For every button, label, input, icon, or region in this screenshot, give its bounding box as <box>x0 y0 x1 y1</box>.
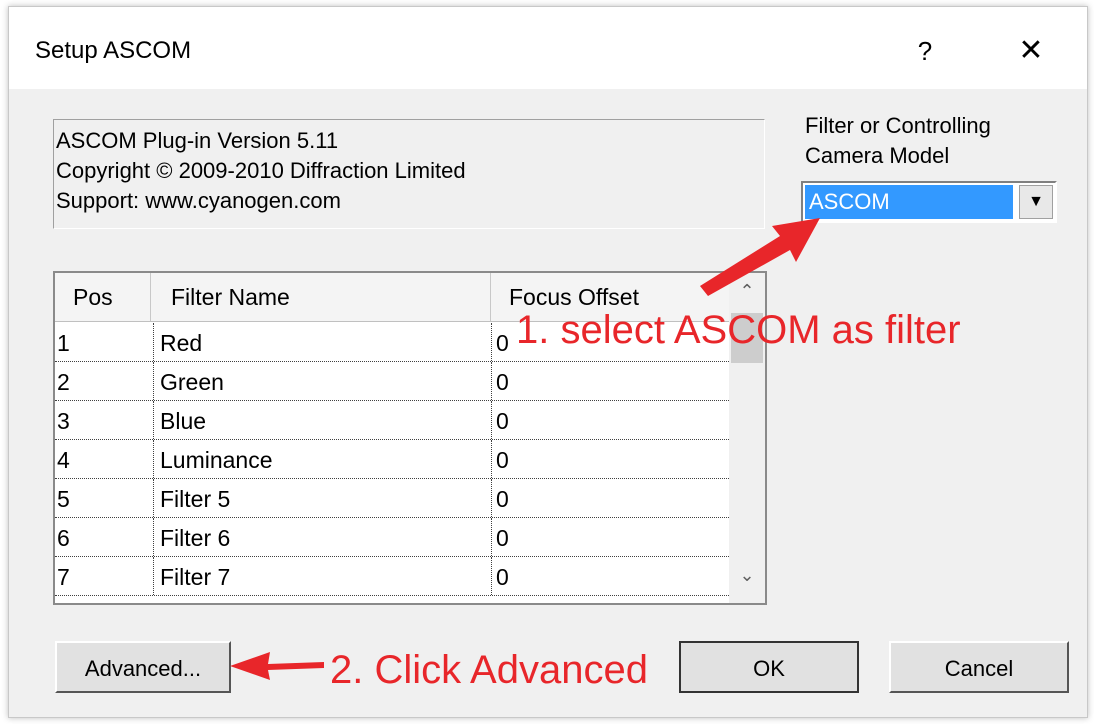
scroll-up-icon[interactable]: ⌃ <box>729 281 765 311</box>
annotation-step-1: 1. select ASCOM as filter <box>516 308 961 352</box>
title-bar: Setup ASCOM ? ✕ <box>9 7 1087 89</box>
dropdown-arrow-icon[interactable]: ▼ <box>1019 185 1053 219</box>
cell-focus-offset[interactable]: 0 <box>491 557 731 595</box>
table-row[interactable]: 6 Filter 6 0 <box>55 518 731 557</box>
cell-pos: 2 <box>57 369 70 395</box>
camera-model-select[interactable]: ASCOM ▼ <box>801 181 1057 223</box>
plugin-info-panel: ASCOM Plug-in Version 5.11 Copyright © 2… <box>53 119 765 229</box>
cell-filter-name[interactable]: Red <box>153 323 491 361</box>
cell-focus-offset[interactable]: 0 <box>491 518 731 556</box>
cell-filter-name[interactable]: Luminance <box>153 440 491 478</box>
cell-focus-offset[interactable]: 0 <box>491 440 731 478</box>
cell-pos: 6 <box>57 525 70 551</box>
window-title: Setup ASCOM <box>35 37 192 64</box>
cell-focus-offset[interactable]: 0 <box>491 401 731 439</box>
close-icon[interactable]: ✕ <box>1009 31 1053 71</box>
cell-filter-name[interactable]: Blue <box>153 401 491 439</box>
help-icon[interactable]: ? <box>905 31 945 71</box>
support-text: Support: www.cyanogen.com <box>56 188 341 213</box>
annotation-step-2: 2. Click Advanced <box>330 648 648 692</box>
cell-pos: 7 <box>57 564 70 590</box>
setup-ascom-dialog: Setup ASCOM ? ✕ ASCOM Plug-in Version 5.… <box>8 6 1088 718</box>
camera-model-label: Filter or Controlling Camera Model <box>805 113 991 168</box>
advanced-button[interactable]: Advanced... <box>55 641 231 693</box>
column-header-filter-name[interactable]: Filter Name <box>151 273 491 321</box>
column-header-pos[interactable]: Pos <box>55 273 151 321</box>
cell-filter-name[interactable]: Filter 7 <box>153 557 491 595</box>
table-row[interactable]: 5 Filter 5 0 <box>55 479 731 518</box>
table-row[interactable]: 4 Luminance 0 <box>55 440 731 479</box>
cancel-button[interactable]: Cancel <box>889 641 1069 693</box>
cell-filter-name[interactable]: Green <box>153 362 491 400</box>
cell-pos: 3 <box>57 408 70 434</box>
cell-pos: 1 <box>57 330 70 356</box>
camera-model-selected-value: ASCOM <box>805 185 1013 219</box>
table-row[interactable]: 7 Filter 7 0 <box>55 557 731 596</box>
version-text: ASCOM Plug-in Version 5.11 <box>56 128 339 153</box>
ok-button[interactable]: OK <box>679 641 859 693</box>
scroll-down-icon[interactable]: ⌄ <box>729 565 765 595</box>
cell-focus-offset[interactable]: 0 <box>491 362 731 400</box>
copyright-text: Copyright © 2009-2010 Diffraction Limite… <box>56 158 466 183</box>
cell-filter-name[interactable]: Filter 6 <box>153 518 491 556</box>
cell-filter-name[interactable]: Filter 5 <box>153 479 491 517</box>
cell-focus-offset[interactable]: 0 <box>491 479 731 517</box>
cell-pos: 4 <box>57 447 70 473</box>
table-row[interactable]: 3 Blue 0 <box>55 401 731 440</box>
table-row[interactable]: 2 Green 0 <box>55 362 731 401</box>
cell-pos: 5 <box>57 486 70 512</box>
